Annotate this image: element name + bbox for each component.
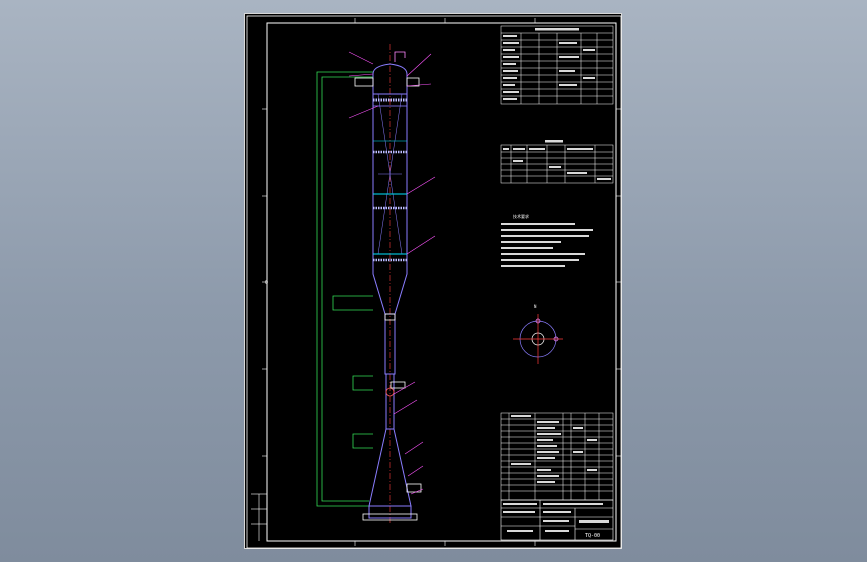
reflux-pipe [316,71,373,507]
parts-list-table [500,412,614,501]
plan-view [513,314,563,364]
sheet-inner-frame [266,22,617,542]
nozzle-schedule-table [500,144,614,184]
notes-title: 技术要求 [513,213,529,219]
technical-notes [501,223,593,267]
drawing-sheet: 0 N 技术要求 TQ-00 [244,13,622,549]
frame-label: 0 [265,280,268,286]
title-block-text [503,503,609,532]
drawing-code: TQ-00 [585,533,600,539]
plan-view-label: N [534,304,537,309]
leader-lines [348,51,436,495]
distillation-column-drawing: 0 N 技术要求 TQ-00 [246,15,622,549]
binding-strip [251,493,267,541]
